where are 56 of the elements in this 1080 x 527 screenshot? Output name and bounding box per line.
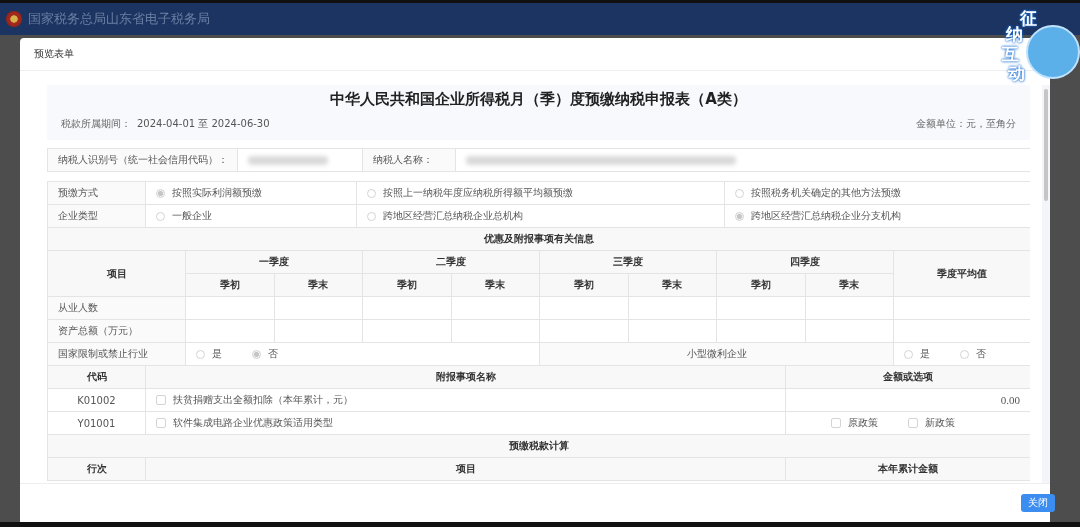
column-header: 三季度 <box>539 250 717 274</box>
scrollbar-thumb[interactable] <box>1044 89 1048 201</box>
emblem-icon <box>6 11 22 27</box>
radio-button[interactable] <box>904 349 913 359</box>
checkbox[interactable] <box>908 418 918 428</box>
column-header: 项目 <box>47 250 186 297</box>
period-label: 税款所属期间： <box>61 117 131 131</box>
radio-button[interactable] <box>735 211 744 221</box>
option-label[interactable]: 否 <box>976 347 986 361</box>
checkbox[interactable] <box>831 418 841 428</box>
period-value: 2024-04-01 至 2024-06-30 <box>137 117 270 131</box>
option-label[interactable]: 一般企业 <box>172 209 212 223</box>
column-header: 一季度 <box>185 250 363 274</box>
table-cell: K01002 <box>47 388 146 412</box>
site-title: 国家税务总局山东省电子税务局 <box>28 10 210 28</box>
form-title: 中华人民共和国企业所得税月（季）度预缴纳税申报表（A类） <box>329 90 748 109</box>
radio-button[interactable] <box>367 211 376 221</box>
badge-character: 征 <box>1020 7 1037 28</box>
field-label: 纳税人识别号（统一社会信用代码）： <box>47 148 238 172</box>
checkbox[interactable] <box>156 395 166 405</box>
column-header: 四季度 <box>716 250 894 274</box>
column-header: 项目 <box>145 457 786 481</box>
row-label: 从业人数 <box>47 296 186 320</box>
option-label[interactable]: 是 <box>920 347 930 361</box>
option-label[interactable]: 是 <box>212 347 222 361</box>
radio-button[interactable] <box>156 211 165 221</box>
row-label: 国家限制或禁止行业 <box>47 342 186 366</box>
column-header: 金额或选项 <box>785 365 1030 389</box>
radio-button[interactable] <box>252 349 261 359</box>
dialog-title: 预览表单 <box>34 47 74 61</box>
option-label[interactable]: 否 <box>268 347 278 361</box>
table-cell: Y01001 <box>47 411 146 435</box>
row-label: 预缴方式 <box>47 181 146 205</box>
column-header: 行次 <box>47 457 146 481</box>
radio-button[interactable] <box>735 188 744 198</box>
row-label: 资产总额（万元） <box>47 319 186 343</box>
row-label: 小型微利企业 <box>539 342 894 366</box>
column-header: 本年累计金额 <box>785 457 1030 481</box>
section-title: 优惠及附报事项有关信息 <box>47 227 1030 251</box>
checkbox-label[interactable]: 扶贫捐赠支出全额扣除（本年累计，元） <box>173 393 353 407</box>
checkbox-label[interactable]: 原政策 <box>848 416 878 430</box>
radio-button[interactable] <box>367 188 376 198</box>
checkbox[interactable] <box>156 418 166 428</box>
column-header: 附报事项名称 <box>145 365 786 389</box>
column-header: 代码 <box>47 365 146 389</box>
column-header: 季度平均值 <box>893 250 1030 297</box>
unit-note: 金额单位：元，至角分 <box>916 117 1016 131</box>
column-header: 二季度 <box>362 250 540 274</box>
field-label: 纳税人名称： <box>362 148 456 172</box>
checkbox-label[interactable]: 新政策 <box>925 416 955 430</box>
radio-button[interactable] <box>156 188 165 198</box>
radio-button[interactable] <box>960 349 969 359</box>
row-label: 企业类型 <box>47 204 146 228</box>
radio-button[interactable] <box>196 349 205 359</box>
checkbox-label[interactable]: 软件集成电路企业优惠政策适用类型 <box>173 416 333 430</box>
section-title: 预缴税款计算 <box>47 434 1030 458</box>
